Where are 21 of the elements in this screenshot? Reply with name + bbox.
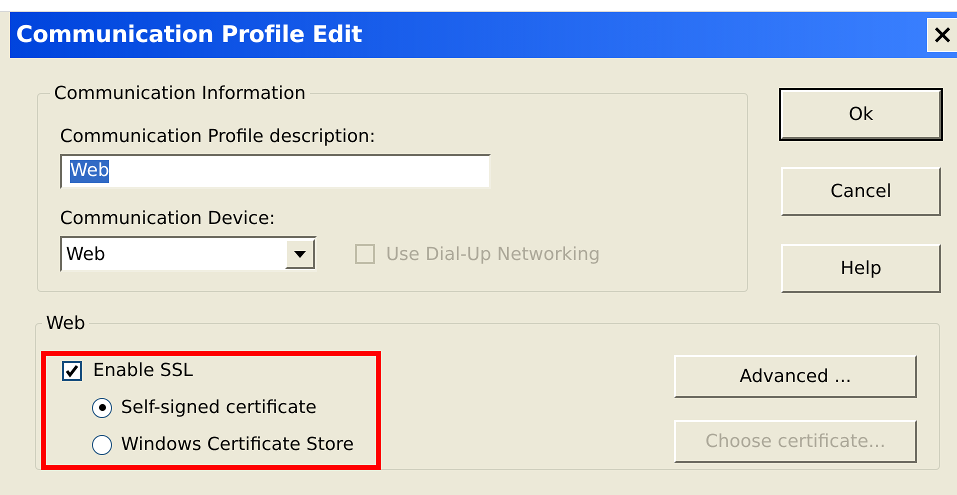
radio-label: Windows Certificate Store xyxy=(121,433,354,457)
field-label: Communication Device: xyxy=(60,207,276,231)
checkbox-label: Enable SSL xyxy=(93,359,193,383)
field-value: Web xyxy=(70,160,110,183)
dialog-button[interactable]: Cancel xyxy=(781,167,941,216)
checkbox-label: Use Dial-Up Networking xyxy=(386,242,600,266)
text-field[interactable]: Web xyxy=(60,154,491,189)
action-button[interactable]: Advanced ... xyxy=(674,355,917,398)
close-button[interactable]: × xyxy=(927,18,957,52)
group-title: Web xyxy=(45,312,86,336)
dialog-button[interactable]: Ok xyxy=(781,90,941,139)
group-title: Communication Information xyxy=(53,82,307,106)
dropdown[interactable]: Web xyxy=(60,236,317,272)
field-label: Communication Profile description: xyxy=(60,125,376,149)
window-title: Communication Profile Edit xyxy=(15,20,362,50)
dialog-button[interactable]: Help xyxy=(781,244,941,293)
radio-button[interactable] xyxy=(92,398,112,418)
radio-button[interactable] xyxy=(92,434,112,454)
radio-label: Self-signed certificate xyxy=(121,396,317,420)
checkbox[interactable] xyxy=(62,360,82,380)
dropdown-value: Web xyxy=(66,242,106,266)
